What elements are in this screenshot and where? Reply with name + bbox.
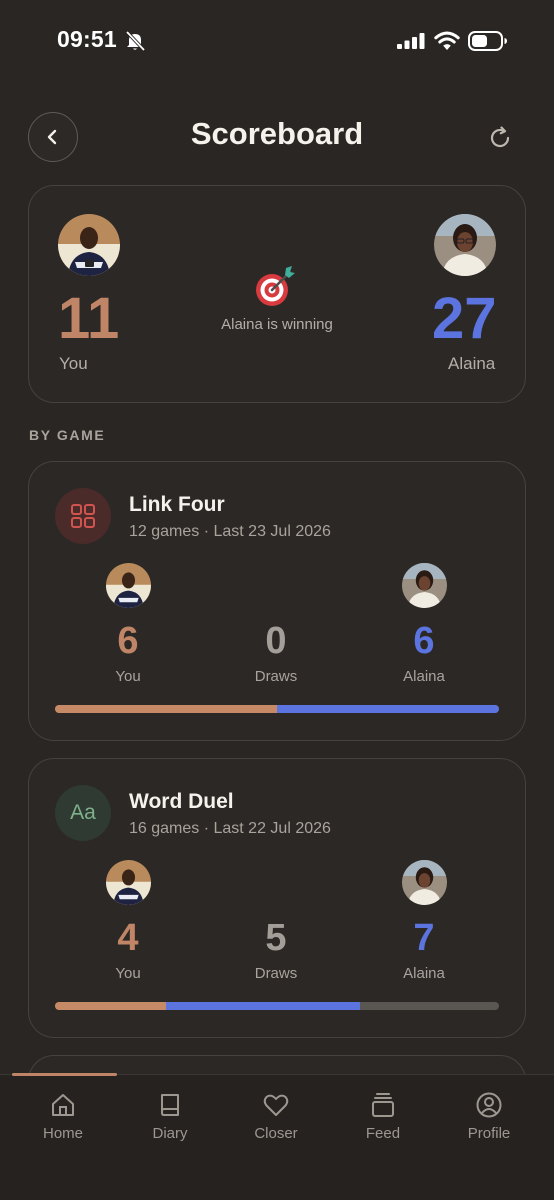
bar-segment-opponent [166, 1002, 361, 1010]
game-name: Link Four [129, 493, 225, 516]
avatar-opponent-small [402, 563, 447, 608]
letters-aa-icon: Aa [70, 801, 96, 824]
game-you-score: 6 [117, 620, 139, 662]
label-draws: Draws [254, 965, 298, 982]
label-you: You [115, 965, 141, 982]
overall-score-card: 11 You Alaina is winning 27 Alaina [28, 185, 526, 403]
game-draws-score: 5 [265, 917, 287, 959]
label-draws: Draws [254, 668, 298, 685]
target-dart-icon [256, 266, 295, 306]
overall-opponent-label: Alaina [448, 354, 496, 373]
nav-label: Feed [365, 1125, 401, 1142]
overall-you-score: 11 [58, 286, 120, 351]
nav-active-indicator [12, 1073, 117, 1076]
nav-item-feed[interactable]: Feed [333, 1091, 433, 1142]
win-ratio-bar [55, 705, 499, 713]
bar-segment-you [55, 705, 277, 713]
label-opponent: Alaina [403, 965, 445, 982]
game-you-score: 4 [117, 917, 139, 959]
game-meta: 12 games · Last 23 Jul 2026 [129, 523, 331, 540]
page-title: Scoreboard [190, 116, 364, 151]
nav-item-home[interactable]: Home [13, 1091, 113, 1142]
avatar-opponent [434, 214, 496, 276]
game-icon-badge: Aa [55, 785, 111, 841]
game-opponent-score: 6 [413, 620, 435, 662]
user-circle-icon [476, 1092, 502, 1118]
status-bar: 09:51 [0, 0, 554, 80]
battery-icon [468, 31, 507, 51]
refresh-icon [490, 126, 510, 148]
avatar-you [58, 214, 120, 276]
nav-label: Home [42, 1125, 83, 1142]
game-opponent-score: 7 [413, 917, 435, 959]
nav-item-profile[interactable]: Profile [439, 1091, 539, 1142]
bar-segment-opponent [277, 705, 499, 713]
game-card-link-four[interactable]: Link Four 12 games · Last 23 Jul 2026 6 … [28, 461, 526, 741]
game-meta: 16 games · Last 22 Jul 2026 [129, 820, 331, 837]
winning-status: Alaina is winning [221, 316, 333, 333]
home-icon [52, 1094, 74, 1116]
section-label-by-game: BY GAME [29, 427, 106, 443]
game-icon-badge [55, 488, 111, 544]
wifi-icon [434, 31, 460, 50]
win-ratio-bar [55, 1002, 499, 1010]
refresh-button[interactable] [486, 124, 514, 152]
status-time: 09:51 [57, 26, 117, 52]
game-card-word-duel[interactable]: Aa Word Duel 16 games · Last 22 Jul 2026… [28, 758, 526, 1038]
label-you: You [115, 668, 141, 685]
overall-you-label: You [59, 354, 88, 373]
game-name: Word Duel [129, 790, 234, 813]
scoreboard-screen: 09:51 Scoreboard 11 You Alaina is winnin… [0, 0, 554, 1200]
heart-icon [263, 1094, 289, 1116]
stack-icon [372, 1093, 394, 1117]
bell-off-icon [125, 30, 146, 52]
avatar-you-small [106, 860, 151, 905]
label-opponent: Alaina [403, 668, 445, 685]
overall-opponent-score: 27 [432, 286, 497, 351]
bar-segment-you [55, 1002, 166, 1010]
nav-label: Diary [152, 1125, 188, 1142]
nav-label: Profile [467, 1125, 511, 1142]
signal-icon [397, 33, 425, 49]
game-draws-score: 0 [265, 620, 287, 662]
avatar-opponent-small [402, 860, 447, 905]
book-icon [161, 1094, 179, 1116]
nav-label: Closer [254, 1125, 298, 1142]
nav-item-diary[interactable]: Diary [120, 1091, 220, 1142]
avatar-you-small [106, 563, 151, 608]
grid-icon [71, 504, 95, 528]
bottom-nav: Home Diary Closer Feed Profile [0, 1073, 554, 1200]
nav-item-closer[interactable]: Closer [226, 1091, 326, 1142]
